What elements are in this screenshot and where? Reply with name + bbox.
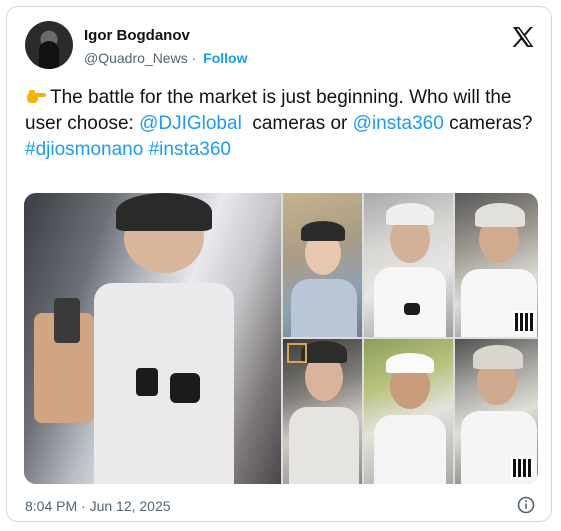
author-handle-row: @Quadro_News · Follow bbox=[84, 50, 247, 66]
mention-djiglobal[interactable]: @DJIGlobal bbox=[139, 113, 242, 134]
author-name[interactable]: Igor Bogdanov bbox=[84, 27, 190, 44]
mention-insta360[interactable]: @insta360 bbox=[353, 113, 444, 134]
author-handle[interactable]: @Quadro_News bbox=[84, 50, 188, 66]
photo-main[interactable] bbox=[24, 193, 281, 484]
media-collage[interactable] bbox=[24, 193, 538, 484]
photo-5[interactable] bbox=[364, 339, 453, 484]
photo-1[interactable] bbox=[283, 193, 362, 337]
hashtag-djiosmonano[interactable]: #djiosmonano bbox=[25, 139, 143, 160]
backhand-index-pointing-right-emoji bbox=[27, 90, 46, 103]
tweet-text-part3: cameras? bbox=[443, 113, 533, 134]
follow-button[interactable]: Follow bbox=[203, 50, 247, 66]
x-logo-icon[interactable] bbox=[511, 25, 535, 49]
separator: · bbox=[191, 50, 197, 66]
timestamp[interactable]: 8:04 PM · Jun 12, 2025 bbox=[25, 498, 171, 514]
hashtag-insta360[interactable]: #insta360 bbox=[149, 139, 231, 160]
photo-2[interactable] bbox=[364, 193, 453, 337]
photo-3[interactable] bbox=[455, 193, 538, 337]
avatar[interactable] bbox=[25, 21, 73, 69]
tweet-text-part2: cameras or bbox=[241, 113, 353, 134]
photo-6[interactable] bbox=[455, 339, 538, 484]
photo-4[interactable] bbox=[283, 339, 362, 484]
tweet-text: The battle for the market is just beginn… bbox=[25, 85, 535, 163]
tweet-card: Igor Bogdanov @Quadro_News · Follow The … bbox=[6, 6, 552, 522]
info-icon[interactable] bbox=[517, 496, 535, 514]
